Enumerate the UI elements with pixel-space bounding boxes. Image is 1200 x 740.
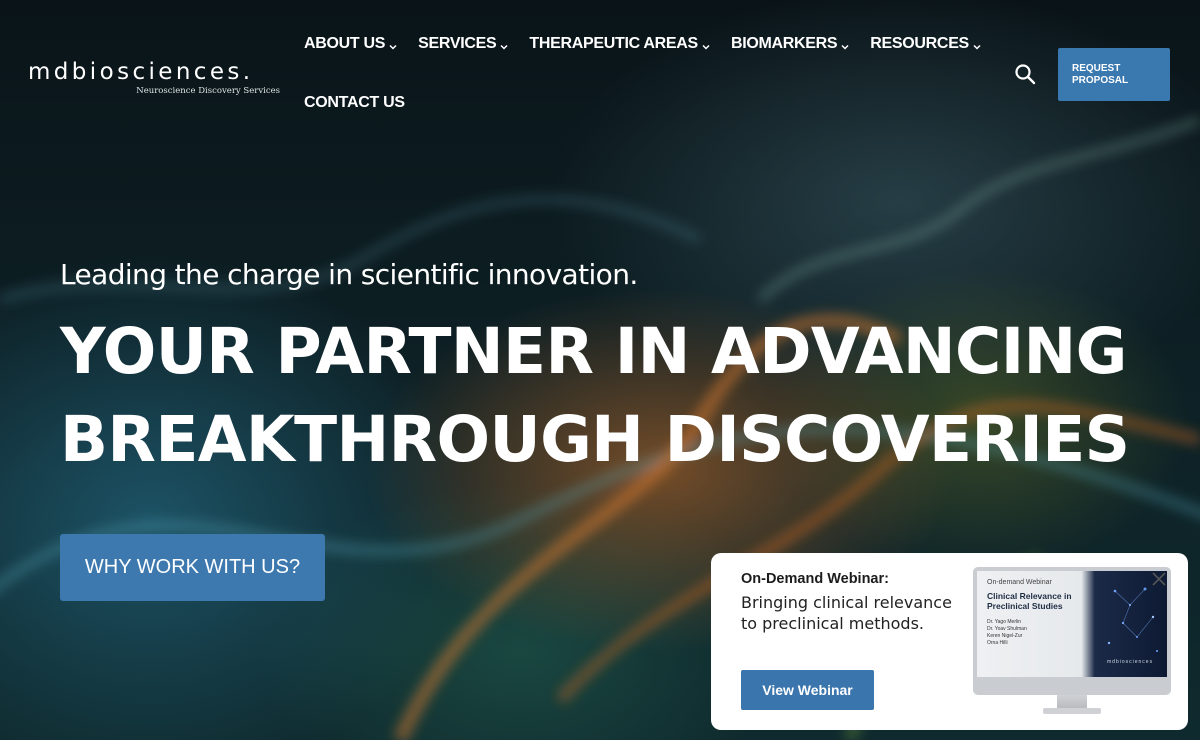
hero-headline-line2: BREAKTHROUGH DISCOVERIES	[60, 403, 1130, 476]
nav-item-about-us[interactable]: ABOUT US	[304, 35, 398, 53]
monitor-screen: On-demand Webinar Clinical Relevance in …	[973, 567, 1171, 695]
screen-title: Clinical Relevance in Preclinical Studie…	[987, 591, 1072, 611]
nav-item-label: SERVICES	[418, 35, 497, 52]
logo-wordmark: mdbiosciences.	[28, 59, 254, 85]
screen-speaker: Dr. Yoav Shulman	[987, 626, 1027, 632]
view-webinar-button[interactable]: View Webinar	[741, 670, 874, 710]
chevron-down-icon	[972, 39, 982, 50]
logo-tagline: Neuroscience Discovery Services	[136, 86, 280, 96]
screen-speaker: Keren Nigel-Zur	[987, 633, 1023, 639]
nav-item-label: CONTACT US	[304, 94, 405, 111]
chevron-down-icon	[840, 39, 850, 50]
webinar-title: Bringing clinical relevance to preclinic…	[741, 593, 952, 633]
main-nav: ABOUT US SERVICES THERAPEUTIC AREAS BIOMARK…	[304, 30, 981, 117]
nav-item-resources[interactable]: RESOURCES	[870, 35, 982, 53]
hero-subheading: Leading the charge in scientific innovat…	[60, 258, 638, 291]
hero-headline-line1: YOUR PARTNER IN ADVANCING	[60, 315, 1127, 388]
screen-logo: mdbiosciences	[1107, 659, 1154, 665]
nav-item-label: BIOMARKERS	[730, 35, 838, 52]
chevron-down-icon	[388, 39, 398, 50]
nav-item-therapeutic-areas[interactable]: THERAPEUTIC AREAS	[529, 35, 711, 53]
request-proposal-label-line1: REQUEST	[1072, 63, 1121, 74]
nav-item-biomarkers[interactable]: BIOMARKERS	[731, 35, 850, 53]
screen-speaker: Orna Hilli	[987, 640, 1008, 646]
chevron-down-icon	[701, 39, 711, 50]
nav-row-primary: ABOUT US SERVICES THERAPEUTIC AREAS BIOMARK…	[304, 30, 981, 58]
nav-item-label: ABOUT US	[304, 35, 386, 52]
nav-item-contact-us[interactable]: CONTACT US	[304, 94, 405, 112]
nav-item-label: RESOURCES	[870, 35, 969, 52]
hero-headline: YOUR PARTNER IN ADVANCING BREAKTHROUGH D…	[60, 308, 1160, 484]
site-logo[interactable]: mdbiosciences. Neuroscience Discovery Se…	[28, 58, 283, 100]
nav-item-services[interactable]: SERVICES	[418, 35, 509, 53]
nav-row-secondary: CONTACT US	[304, 89, 964, 117]
close-icon[interactable]	[1151, 571, 1167, 587]
webinar-kicker: On-Demand Webinar:	[741, 571, 889, 587]
nav-item-label: THERAPEUTIC AREAS	[529, 35, 698, 52]
why-work-with-us-button[interactable]: WHY WORK WITH US?	[60, 534, 325, 601]
monitor-foot	[1043, 708, 1101, 714]
webinar-popup: On-Demand Webinar: Bringing clinical rel…	[711, 553, 1188, 730]
monitor-screen-content: On-demand Webinar Clinical Relevance in …	[977, 571, 1167, 677]
chevron-down-icon	[499, 39, 509, 50]
request-proposal-label-line2: PROPOSAL	[1072, 75, 1129, 86]
search-icon[interactable]	[1013, 62, 1037, 86]
request-proposal-button[interactable]: REQUEST PROPOSAL	[1058, 48, 1170, 101]
screen-speaker: Dr. Yago Merlin	[987, 619, 1021, 625]
webinar-monitor-image: On-demand Webinar Clinical Relevance in …	[973, 567, 1171, 719]
monitor-stand	[1057, 695, 1087, 709]
screen-kicker: On-demand Webinar	[987, 579, 1052, 586]
screen-speaker-list: Dr. Yago Merlin Dr. Yoav Shulman Keren N…	[987, 619, 1027, 647]
